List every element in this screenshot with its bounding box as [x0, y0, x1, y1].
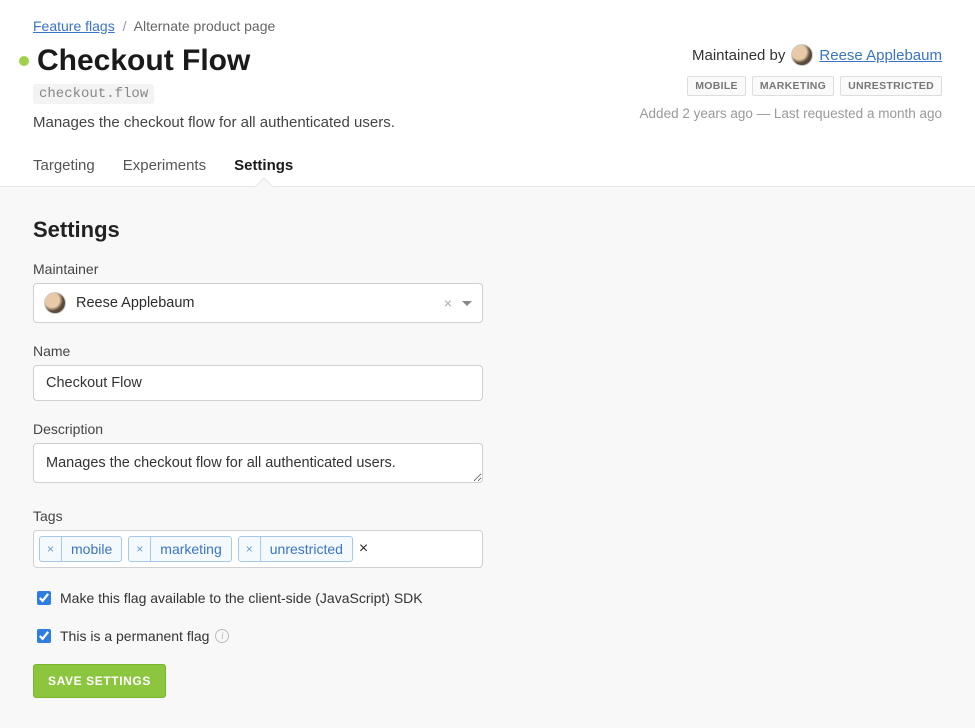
status-indicator-dot — [19, 56, 29, 66]
tags-input[interactable]: × mobile × marketing × unrestricted × — [33, 530, 483, 568]
tags-clear-icon[interactable]: × — [359, 540, 368, 558]
tabs: Targeting Experiments Settings — [0, 157, 975, 187]
breadcrumb-root-link[interactable]: Feature flags — [33, 18, 115, 34]
tags-label: Tags — [33, 508, 942, 524]
permanent-flag-checkbox[interactable] — [37, 629, 51, 643]
description-textarea[interactable]: Manages the checkout flow for all authen… — [33, 443, 483, 483]
tab-experiments[interactable]: Experiments — [123, 157, 206, 186]
header-tag-list: MOBILE MARKETING UNRESTRICTED — [640, 76, 942, 96]
maintainer-avatar — [791, 44, 813, 66]
client-side-sdk-label: Make this flag available to the client-s… — [60, 590, 423, 606]
permanent-flag-label: This is a permanent flag — [60, 628, 209, 644]
breadcrumb: Feature flags / Alternate product page — [33, 18, 942, 34]
header-tag-marketing: MARKETING — [752, 76, 834, 96]
page-title: Checkout Flow — [37, 44, 250, 78]
name-input[interactable] — [33, 365, 483, 401]
header-tag-unrestricted: UNRESTRICTED — [840, 76, 942, 96]
tag-chip-label: mobile — [62, 537, 121, 561]
flag-description: Manages the checkout flow for all authen… — [33, 114, 395, 131]
maintainer-select[interactable]: Reese Applebaum × — [33, 283, 483, 323]
maintainer-select-avatar — [44, 292, 66, 314]
maintainer-clear-icon[interactable]: × — [444, 295, 452, 311]
flag-key-slug: checkout.flow — [33, 84, 154, 104]
flag-timestamps: Added 2 years ago — Last requested a mon… — [640, 106, 942, 121]
save-settings-button[interactable]: Save Settings — [33, 664, 166, 698]
tag-remove-icon[interactable]: × — [40, 537, 62, 561]
info-icon[interactable]: i — [215, 629, 229, 643]
settings-heading: Settings — [33, 217, 942, 243]
tag-chip-marketing: × marketing — [128, 536, 231, 562]
breadcrumb-separator: / — [123, 18, 127, 34]
maintainer-select-value: Reese Applebaum — [76, 295, 195, 311]
breadcrumb-current: Alternate product page — [134, 18, 276, 34]
tag-chip-mobile: × mobile — [39, 536, 122, 562]
maintainer-link[interactable]: Reese Applebaum — [819, 47, 942, 64]
tag-remove-icon[interactable]: × — [239, 537, 261, 561]
name-label: Name — [33, 343, 942, 359]
tag-remove-icon[interactable]: × — [129, 537, 151, 561]
chevron-down-icon[interactable] — [462, 301, 472, 306]
tag-chip-unrestricted: × unrestricted — [238, 536, 353, 562]
client-side-sdk-checkbox[interactable] — [37, 591, 51, 605]
header-tag-mobile: MOBILE — [687, 76, 746, 96]
maintained-by-label: Maintained by — [692, 47, 785, 64]
tab-settings[interactable]: Settings — [234, 157, 293, 186]
tab-targeting[interactable]: Targeting — [33, 157, 95, 186]
description-label: Description — [33, 421, 942, 437]
tag-chip-label: marketing — [151, 537, 230, 561]
tag-chip-label: unrestricted — [261, 537, 352, 561]
maintainer-label: Maintainer — [33, 261, 942, 277]
